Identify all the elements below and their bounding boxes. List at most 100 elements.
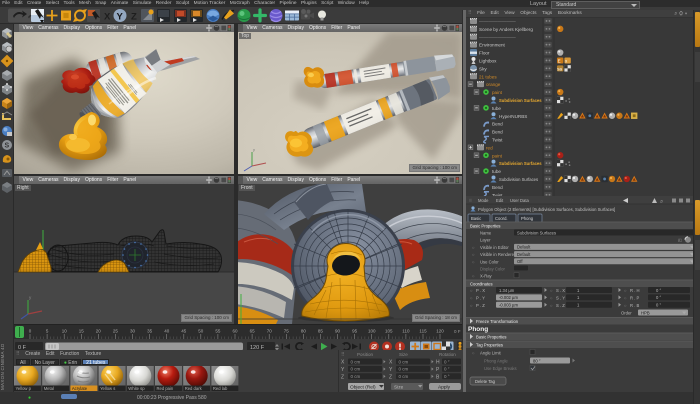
svg-text:90: 90 xyxy=(335,329,341,334)
svg-text:Off: Off xyxy=(517,259,523,264)
svg-text:Tag Properties: Tag Properties xyxy=(476,343,503,348)
svg-text:Bend: Bend xyxy=(492,122,503,127)
svg-text:-0.003 µm: -0.003 µm xyxy=(499,303,518,308)
svg-text:S . Y: S . Y xyxy=(556,295,565,300)
svg-text:Size: Size xyxy=(399,352,408,357)
svg-text:X: X xyxy=(104,12,111,23)
svg-text:Phong Angle: Phong Angle xyxy=(484,359,508,364)
svg-text:105: 105 xyxy=(385,329,393,334)
svg-text:0 °: 0 ° xyxy=(656,288,661,293)
svg-text:Use Edge Breaks: Use Edge Breaks xyxy=(484,366,517,371)
svg-text:S . Z: S . Z xyxy=(556,303,565,308)
svg-text:40: 40 xyxy=(164,329,170,334)
svg-text:◰: ◰ xyxy=(678,238,682,243)
svg-text:R . B: R . B xyxy=(630,303,640,308)
svg-text:75: 75 xyxy=(284,329,290,334)
svg-text:S: S xyxy=(5,143,10,150)
svg-text:Environment: Environment xyxy=(479,43,506,48)
svg-text:Position: Position xyxy=(357,352,374,357)
svg-text:Z: Z xyxy=(131,12,137,23)
svg-text:paint: paint xyxy=(492,153,503,158)
svg-text:0 °: 0 ° xyxy=(656,303,661,308)
svg-text:Lightbox: Lightbox xyxy=(479,58,497,63)
svg-text:Bend: Bend xyxy=(492,130,503,135)
svg-text:0 cm: 0 cm xyxy=(399,359,409,364)
svg-text:110: 110 xyxy=(402,329,410,334)
svg-text:115: 115 xyxy=(419,329,427,334)
svg-text:Visible in Editor: Visible in Editor xyxy=(480,245,509,250)
svg-text:User Data: User Data xyxy=(510,198,530,203)
svg-text:0 cm: 0 cm xyxy=(399,374,409,379)
svg-text:tube: tube xyxy=(492,106,501,111)
svg-text:Coord.: Coord. xyxy=(495,216,508,221)
svg-text:red: red xyxy=(486,145,493,150)
svg-text:Coordinates: Coordinates xyxy=(470,282,493,287)
svg-text:Bend: Bend xyxy=(492,185,503,190)
svg-text:Sky: Sky xyxy=(479,66,487,71)
svg-text:Default: Default xyxy=(517,252,531,257)
svg-text:Acrylate: Acrylate xyxy=(72,386,88,391)
svg-text:35: 35 xyxy=(147,329,153,334)
svg-text:0 cm: 0 cm xyxy=(351,367,361,372)
svg-text:Rotation: Rotation xyxy=(439,352,456,357)
svg-text:E: E xyxy=(558,58,561,63)
svg-text:Apply: Apply xyxy=(438,384,451,390)
svg-text:————————: ———————— xyxy=(479,35,516,40)
svg-text:HyperNURBS: HyperNURBS xyxy=(499,114,527,119)
svg-text:120: 120 xyxy=(436,329,444,334)
svg-text:y: y xyxy=(253,147,255,152)
svg-text:30: 30 xyxy=(130,329,136,334)
svg-text:Delete Tag: Delete Tag xyxy=(475,379,496,384)
svg-text:P . X: P . X xyxy=(476,288,485,293)
svg-text:Use Color: Use Color xyxy=(480,259,499,264)
svg-text:Default: Default xyxy=(517,245,531,250)
svg-text:0 °: 0 ° xyxy=(444,367,450,372)
svg-text:Z: Z xyxy=(389,374,392,380)
svg-text:95: 95 xyxy=(352,329,358,334)
svg-text:100: 100 xyxy=(368,329,376,334)
svg-text:Display Color: Display Color xyxy=(480,267,506,272)
svg-text:50: 50 xyxy=(198,329,204,334)
svg-text:Y: Y xyxy=(117,12,124,23)
svg-text:70: 70 xyxy=(267,329,273,334)
svg-text:55: 55 xyxy=(215,329,221,334)
svg-text:65: 65 xyxy=(250,329,256,334)
svg-text:P . Y: P . Y xyxy=(476,295,485,300)
svg-text:Angle Limit: Angle Limit xyxy=(480,351,502,356)
svg-text:P . Z: P . Z xyxy=(476,303,485,308)
svg-text:orange: orange xyxy=(486,82,501,87)
svg-text:0 cm: 0 cm xyxy=(351,359,361,364)
svg-text:80: 80 xyxy=(301,329,307,334)
svg-text:60: 60 xyxy=(232,329,238,334)
svg-text:⠿: ⠿ xyxy=(341,352,345,358)
svg-text:10: 10 xyxy=(62,329,68,334)
svg-text:Scene by Anders Kjellberg: Scene by Anders Kjellberg xyxy=(479,27,533,32)
svg-text:H: H xyxy=(436,360,440,366)
svg-text:Red pain: Red pain xyxy=(157,386,174,391)
svg-text:85: 85 xyxy=(318,329,324,334)
svg-text:Subdivision Surfaces: Subdivision Surfaces xyxy=(499,161,542,166)
svg-text:X-Ray: X-Ray xyxy=(480,274,493,279)
svg-text:Basic Properties: Basic Properties xyxy=(476,335,507,340)
svg-text:————————: ———————— xyxy=(479,19,516,24)
svg-text:0 °: 0 ° xyxy=(656,295,661,300)
svg-text:R . H: R . H xyxy=(630,288,640,293)
svg-text:80 °: 80 ° xyxy=(533,358,541,363)
svg-text:R . P: R . P xyxy=(630,295,640,300)
svg-text:Yellow s: Yellow s xyxy=(100,386,115,391)
svg-text:paint: paint xyxy=(492,90,503,95)
svg-text:25: 25 xyxy=(113,329,119,334)
svg-text:Phong: Phong xyxy=(468,326,488,333)
svg-text:21 tubes: 21 tubes xyxy=(479,74,497,79)
svg-text:Size: Size xyxy=(394,384,404,390)
svg-text:HPB: HPB xyxy=(641,310,650,315)
svg-text:20: 20 xyxy=(96,329,102,334)
svg-text:0 °: 0 ° xyxy=(444,374,450,379)
svg-text:45: 45 xyxy=(181,329,187,334)
svg-text:0 cm: 0 cm xyxy=(399,367,409,372)
svg-text:Phong: Phong xyxy=(521,216,534,221)
svg-text:Polygon Object (2 Elements) [S: Polygon Object (2 Elements) [Subdivision… xyxy=(478,207,615,212)
svg-text:Mode: Mode xyxy=(478,198,489,203)
svg-text:0 °: 0 ° xyxy=(444,359,450,364)
svg-text:Visible in Renderer: Visible in Renderer xyxy=(480,252,516,257)
